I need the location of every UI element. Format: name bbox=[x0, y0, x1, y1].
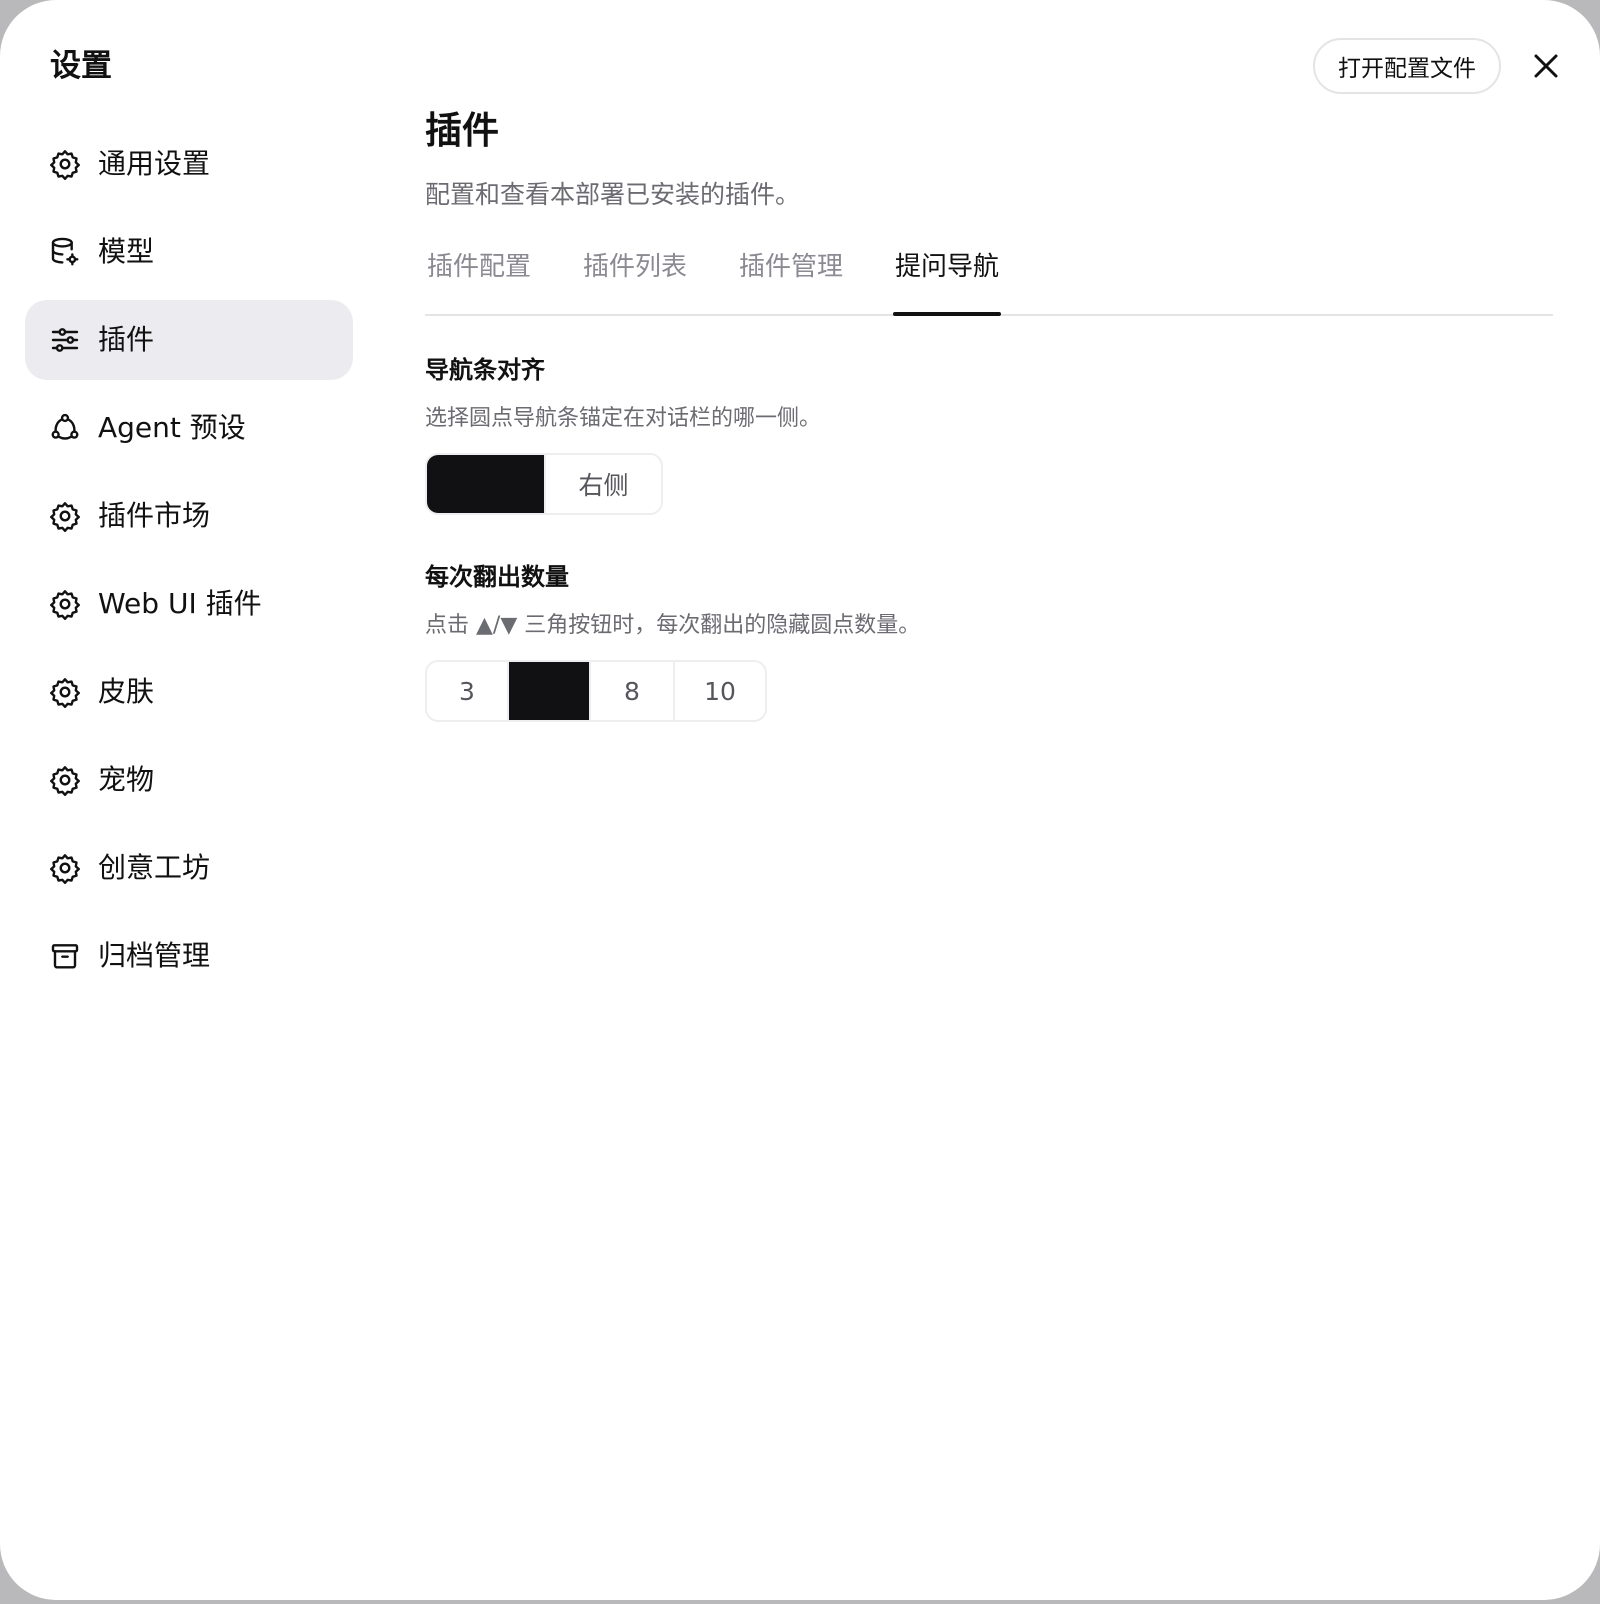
gear-icon bbox=[49, 676, 81, 708]
reveal-count-title: 每次翻出数量 bbox=[425, 563, 569, 591]
gear-icon bbox=[49, 588, 81, 620]
sidebar-item-label: Agent 预设 bbox=[98, 411, 246, 444]
sidebar-item-plugin-market[interactable]: 插件市场 bbox=[25, 476, 353, 556]
tab-plugin-management[interactable]: 插件管理 bbox=[737, 242, 845, 314]
sidebar-item-label: 模型 bbox=[98, 235, 155, 268]
reveal-count-description: 点击 ▲/▼ 三角按钮时，每次翻出的隐藏圆点数量。 bbox=[425, 613, 921, 638]
archive-icon bbox=[49, 940, 81, 972]
reveal-count-section: 每次翻出数量 点击 ▲/▼ 三角按钮时，每次翻出的隐藏圆点数量。 3 8 10 bbox=[425, 560, 1553, 722]
sidebar-item-label: 归档管理 bbox=[98, 939, 211, 972]
sidebar-item-skins[interactable]: 皮肤 bbox=[25, 652, 353, 732]
database-gear-icon bbox=[49, 236, 81, 268]
sidebar-item-plugins[interactable]: 插件 bbox=[25, 300, 353, 380]
nav-align-title: 导航条对齐 bbox=[425, 356, 545, 384]
sidebar-item-agent-presets[interactable]: Agent 预设 bbox=[25, 388, 353, 468]
sidebar-item-archive[interactable]: 归档管理 bbox=[25, 916, 353, 996]
gear-icon bbox=[49, 148, 81, 180]
sidebar-item-label: 宠物 bbox=[98, 763, 155, 796]
open-config-file-button[interactable]: 打开配置文件 bbox=[1313, 38, 1501, 94]
sidebar-item-general[interactable]: 通用设置 bbox=[25, 124, 353, 204]
nav-align-description: 选择圆点导航条锚定在对话栏的哪一侧。 bbox=[425, 406, 822, 431]
tab-question-nav[interactable]: 提问导航 bbox=[893, 242, 1002, 316]
nav-align-section: 导航条对齐 选择圆点导航条锚定在对话栏的哪一侧。 右侧 bbox=[425, 353, 1553, 517]
dialog-title: 设置 bbox=[50, 48, 112, 84]
plugin-tabs: 插件配置 插件列表 插件管理 提问导航 bbox=[425, 242, 1553, 316]
sidebar-item-pets[interactable]: 宠物 bbox=[25, 740, 353, 820]
reveal-count-option-3[interactable]: 3 bbox=[427, 662, 507, 720]
tab-plugin-list[interactable]: 插件列表 bbox=[581, 242, 689, 314]
page-description: 配置和查看本部署已安装的插件。 bbox=[425, 180, 801, 209]
nav-align-option-right[interactable]: 右侧 bbox=[544, 455, 661, 513]
gear-icon bbox=[49, 852, 81, 884]
reveal-count-segmented-control: 3 8 10 bbox=[425, 660, 767, 722]
sidebar-item-models[interactable]: 模型 bbox=[25, 212, 353, 292]
sidebar-item-label: Web UI 插件 bbox=[98, 587, 262, 620]
close-icon bbox=[1534, 54, 1558, 78]
sidebar-item-label: 创意工坊 bbox=[98, 851, 211, 884]
reveal-count-option-selected[interactable] bbox=[507, 662, 589, 720]
tab-plugin-config[interactable]: 插件配置 bbox=[425, 242, 533, 314]
reveal-count-option-10[interactable]: 10 bbox=[673, 662, 765, 720]
nav-align-segmented-control: 右侧 bbox=[425, 453, 663, 515]
sidebar-item-label: 插件市场 bbox=[98, 499, 211, 532]
sidebar-item-label: 皮肤 bbox=[98, 675, 155, 708]
page-title: 插件 bbox=[425, 109, 499, 152]
plugins-panel: 插件 配置和查看本部署已安装的插件。 插件配置 插件列表 插件管理 提问导航 导… bbox=[425, 105, 1553, 722]
sidebar-item-label: 插件 bbox=[98, 323, 155, 356]
close-button[interactable] bbox=[1526, 46, 1566, 86]
settings-sidebar: 通用设置 模型 插件 Agent 预设 插件市场 Web UI 插件 皮肤 宠物… bbox=[25, 124, 353, 1004]
gear-icon bbox=[49, 500, 81, 532]
gear-icon bbox=[49, 764, 81, 796]
settings-dialog: 设置 打开配置文件 通用设置 模型 插件 Agent 预设 插件市场 Web U… bbox=[0, 0, 1600, 1600]
nav-align-option-left[interactable] bbox=[427, 455, 544, 513]
sidebar-item-webui-plugins[interactable]: Web UI 插件 bbox=[25, 564, 353, 644]
sliders-icon bbox=[49, 324, 81, 356]
agent-nodes-icon bbox=[49, 412, 81, 444]
sidebar-item-creative-workshop[interactable]: 创意工坊 bbox=[25, 828, 353, 908]
sidebar-item-label: 通用设置 bbox=[98, 147, 211, 180]
reveal-count-option-8[interactable]: 8 bbox=[589, 662, 673, 720]
